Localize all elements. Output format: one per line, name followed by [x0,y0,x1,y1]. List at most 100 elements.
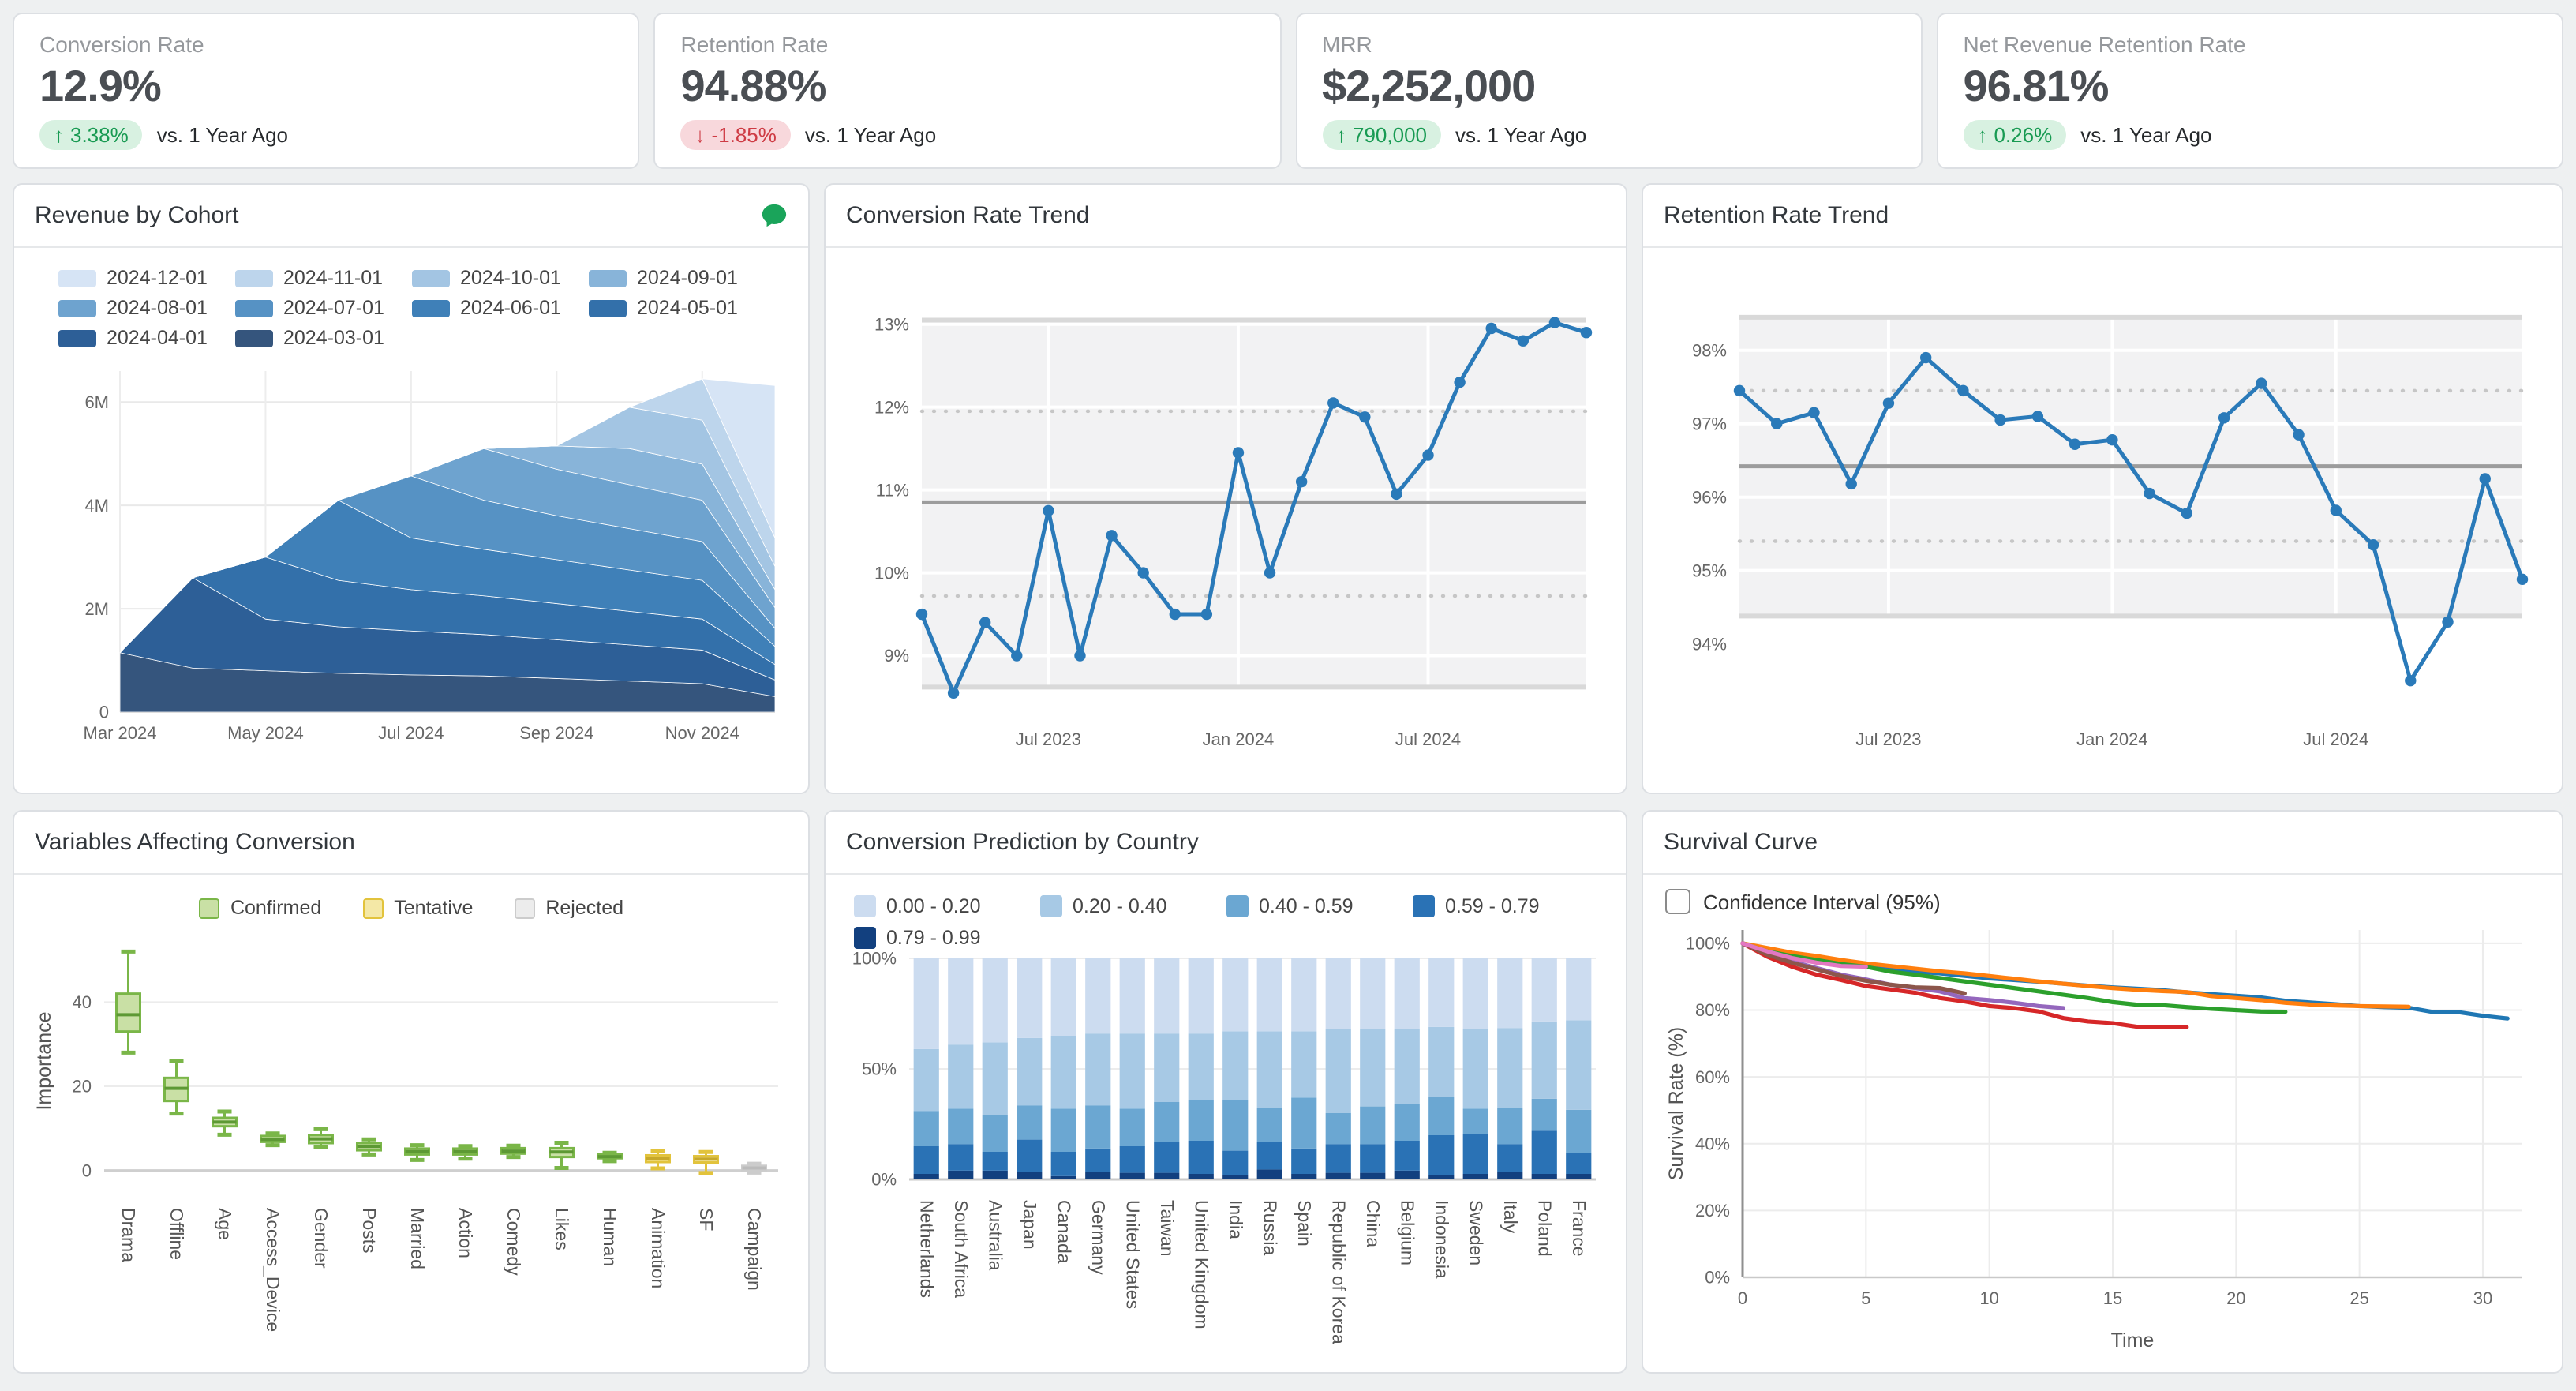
legend-label: 0.79 - 0.99 [886,927,981,949]
svg-text:South Africa: South Africa [951,1200,972,1298]
panel-revenue-by-cohort: Revenue by Cohort 2024-12-012024-11-0120… [13,183,810,794]
kpi-delta-badge: ↓-1.85% [681,120,791,150]
svg-text:0: 0 [99,703,109,722]
kpi-card-conversion-rate: Conversion Rate 12.9% ↑3.38% vs. 1 Year … [13,13,640,169]
legend-item[interactable]: 2024-12-01 [58,267,234,289]
panel-title: Revenue by Cohort [35,202,239,229]
legend-swatch [234,269,272,287]
svg-text:Japan: Japan [1020,1200,1040,1250]
kpi-label: Net Revenue Retention Rate [1964,32,2537,57]
svg-text:Likes: Likes [552,1208,572,1250]
legend-item[interactable]: 0.00 - 0.20 [853,895,1039,917]
svg-text:Posts: Posts [359,1208,380,1254]
revenue-by-cohort-chart: 02M4M6MMar 2024May 2024Jul 2024Sep 2024N… [32,352,791,766]
legend-item[interactable]: 2024-08-01 [58,297,234,319]
legend-label: 2024-03-01 [283,327,384,349]
legend-item[interactable]: 0.79 - 0.99 [853,927,1039,949]
legend-item[interactable]: 2024-09-01 [588,267,765,289]
survival-curve-chart: 0510152025300%20%40%60%80%100%Survival R… [1661,914,2544,1359]
legend-item[interactable]: 0.40 - 0.59 [1226,895,1412,917]
country-legend: 0.00 - 0.20 0.20 - 0.40 0.40 - 0.59 0.59 - … [853,895,1598,949]
svg-text:25: 25 [2349,1288,2368,1308]
legend-label: 2024-05-01 [637,297,738,319]
svg-text:Action: Action [455,1208,476,1258]
confidence-interval-toggle[interactable]: Confidence Interval (95%) [1665,889,1941,914]
svg-text:Age: Age [215,1208,235,1240]
checkbox-icon[interactable] [1665,889,1690,914]
svg-text:Jul 2023: Jul 2023 [1016,729,1081,749]
legend-item[interactable]: Confirmed [199,897,321,919]
legend-item[interactable]: Rejected [514,897,623,919]
legend-item[interactable]: 2024-03-01 [234,327,411,349]
legend-label: 2024-07-01 [283,297,384,319]
legend-item[interactable]: 2024-10-01 [411,267,588,289]
svg-text:Australia: Australia [985,1200,1005,1271]
legend-swatch [234,299,272,317]
retention-rate-trend-chart: 94%95%96%97%98%Jul 2023Jan 2024Jul 2024 [1661,254,2544,783]
svg-text:Jan 2024: Jan 2024 [2076,729,2148,749]
svg-text:80%: 80% [1695,1000,1730,1020]
kpi-delta-value: 0.26% [1994,123,2053,147]
svg-text:Survival Rate (%): Survival Rate (%) [1665,1027,1687,1181]
kpi-row: Conversion Rate 12.9% ↑3.38% vs. 1 Year … [13,13,2563,167]
svg-text:Gender: Gender [311,1208,331,1269]
svg-text:Jul 2024: Jul 2024 [2303,729,2368,749]
kpi-card-net-revenue-retention: Net Revenue Retention Rate 96.81% ↑0.26%… [1937,13,2564,169]
legend-swatch [234,329,272,347]
cohort-legend: 2024-12-012024-11-012024-10-012024-09-01… [58,267,765,349]
svg-text:0%: 0% [1705,1268,1730,1288]
svg-text:France: France [1569,1200,1589,1257]
svg-text:Animation: Animation [648,1208,668,1288]
charts-row-top: Revenue by Cohort 2024-12-012024-11-0120… [13,183,2563,794]
comment-icon[interactable] [761,202,788,229]
svg-text:China: China [1363,1200,1383,1247]
legend-item[interactable]: 2024-04-01 [58,327,234,349]
arrow-up-icon: ↑ [1336,123,1346,147]
checkbox-label: Confidence Interval (95%) [1703,890,1941,913]
svg-text:Jul 2024: Jul 2024 [378,723,444,743]
legend-swatch [588,299,626,317]
arrow-down-icon: ↓ [695,123,706,147]
legend-item[interactable]: 2024-07-01 [234,297,411,319]
svg-text:40%: 40% [1695,1134,1730,1153]
kpi-delta-value: 3.38% [70,123,129,147]
kpi-value: 96.81% [1964,62,2537,112]
svg-text:Jul 2023: Jul 2023 [1855,729,1921,749]
kpi-card-mrr: MRR $2,252,000 ↑790,000 vs. 1 Year Ago [1295,13,1923,169]
svg-text:Sep 2024: Sep 2024 [519,723,593,743]
legend-item[interactable]: 2024-11-01 [234,267,411,289]
svg-text:4M: 4M [84,496,109,516]
legend-swatch [58,269,95,287]
svg-text:United Kingdom: United Kingdom [1191,1200,1211,1329]
legend-label: 0.59 - 0.79 [1445,895,1540,917]
legend-swatch [58,299,95,317]
panel-title: Retention Rate Trend [1664,202,1889,229]
svg-text:10%: 10% [874,563,909,583]
legend-swatch [514,898,534,918]
kpi-value: 94.88% [681,62,1255,112]
svg-text:98%: 98% [1692,340,1727,360]
kpi-value: $2,252,000 [1322,62,1896,112]
svg-text:Access_Device: Access_Device [263,1208,283,1332]
svg-text:May 2024: May 2024 [227,723,304,743]
kpi-compare-label: vs. 1 Year Ago [2080,123,2211,147]
svg-text:0: 0 [1738,1288,1747,1308]
kpi-label: Retention Rate [681,32,1255,57]
legend-swatch [58,329,95,347]
svg-text:20%: 20% [1695,1201,1730,1220]
kpi-value: 12.9% [39,62,613,112]
svg-text:Drama: Drama [118,1208,139,1262]
legend-label: 0.20 - 0.40 [1073,895,1167,917]
panel-survival-curve: Survival Curve Confidence Interval (95%)… [1642,810,2563,1374]
legend-item[interactable]: Tentative [362,897,473,919]
kpi-compare-label: vs. 1 Year Ago [805,123,936,147]
legend-item[interactable]: 0.59 - 0.79 [1412,895,1598,917]
boruta-legend: Confirmed Tentative Rejected [199,897,623,919]
legend-item[interactable]: 2024-06-01 [411,297,588,319]
legend-item[interactable]: 2024-05-01 [588,297,765,319]
svg-text:SF: SF [696,1208,717,1231]
svg-text:Importance: Importance [33,1011,55,1110]
svg-text:20: 20 [73,1077,92,1097]
svg-text:11%: 11% [876,480,909,500]
legend-item[interactable]: 0.20 - 0.40 [1039,895,1226,917]
